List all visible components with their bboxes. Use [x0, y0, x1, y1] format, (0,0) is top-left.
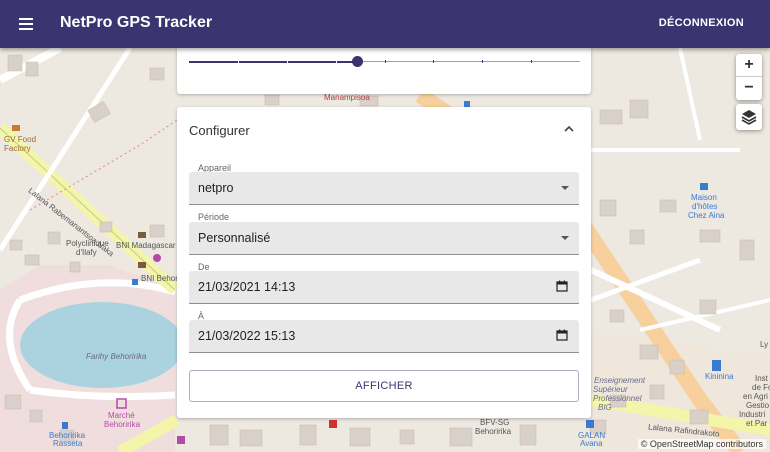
map-label-bfv-2: Behoririka — [475, 427, 512, 436]
device-value: netpro — [198, 181, 234, 195]
to-datetime-input[interactable]: 21/03/2022 15:13 — [189, 320, 579, 353]
chevron-up-icon[interactable] — [563, 124, 575, 134]
map-label-bni-behori: BNI Behori — [141, 274, 180, 283]
map-label-marche-2: Behoririka — [104, 420, 141, 429]
slider-tick — [531, 60, 533, 63]
period-label: Période — [198, 212, 230, 222]
map-label-superieur: Enseignement — [594, 376, 646, 385]
map-label-ly: Ly — [760, 340, 769, 349]
map-label-institut-2: de For — [752, 383, 770, 392]
map-label-marche: Marché — [108, 411, 135, 420]
slider-tick — [482, 60, 484, 63]
period-value: Personnalisé — [198, 231, 271, 245]
dropdown-arrow-icon — [561, 236, 569, 240]
show-button[interactable]: AFFICHER — [189, 370, 579, 402]
map-label-maison-2: d'hôtes — [692, 202, 718, 211]
app-bar: NetPro GPS Tracker DÉCONNEXION — [0, 0, 770, 48]
slider-tick — [384, 60, 386, 63]
map-label-maison: Maison — [691, 193, 717, 202]
map-label-gv-food: GV Food — [4, 135, 37, 144]
map-label-maison-3: Chez Aina — [688, 211, 725, 220]
map-label-behoririka-rasseta-2: Rasseta — [53, 439, 83, 448]
slider-tick — [433, 60, 435, 63]
map-attribution[interactable]: © OpenStreetMap contributors — [637, 439, 766, 449]
map-label-superieur-3: Professionnel — [593, 394, 642, 403]
map-label-institut-6: et Par — [746, 419, 768, 428]
map-label-gv-food-2: Factory — [4, 144, 31, 153]
timeline-slider-thumb[interactable] — [352, 56, 364, 67]
to-value: 21/03/2022 15:13 — [198, 329, 296, 343]
period-select[interactable]: Personnalisé — [189, 222, 579, 255]
map-label-institut-4: Gestio — [746, 401, 770, 410]
map-label-institut: Inst — [755, 374, 768, 383]
map-label-galan-2: Avana — [580, 439, 603, 448]
from-datetime-input[interactable]: 21/03/2021 14:13 — [189, 271, 579, 304]
slider-tick — [286, 60, 288, 63]
from-value: 21/03/2021 14:13 — [198, 280, 296, 294]
zoom-control: + − — [736, 54, 762, 100]
layers-icon[interactable] — [736, 104, 762, 130]
zoom-in-button[interactable]: + — [736, 54, 762, 76]
config-panel: Configurer Appareil netpro Période Perso… — [177, 107, 591, 418]
menu-icon[interactable] — [17, 14, 37, 34]
config-title: Configurer — [189, 123, 250, 138]
zoom-out-button[interactable]: − — [736, 76, 762, 99]
map-label-superieur-2: Supérieur — [593, 385, 628, 394]
map-label-institut-3: en Agri — [743, 392, 768, 401]
map-label-bni-madagascar: BNI Madagascar — [116, 241, 176, 250]
map-label-bfv: BFV-SG — [480, 418, 510, 427]
timeline-slider-fill — [189, 60, 358, 63]
map-label-kininina: Kininina — [705, 372, 734, 381]
slider-tick — [237, 60, 239, 63]
map-label-polyclinique: Polyclinique — [66, 239, 109, 248]
slider-tick — [335, 60, 337, 63]
map-label-farihy: Farihy Behoririka — [86, 352, 147, 361]
calendar-icon[interactable] — [556, 329, 568, 341]
map-label-polyclinique-2: d'Ilafy — [76, 248, 97, 257]
logout-button[interactable]: DÉCONNEXION — [659, 17, 744, 29]
timeline-panel — [177, 48, 591, 94]
dropdown-arrow-icon — [561, 186, 569, 190]
map-label-institut-5: Industri — [739, 410, 766, 419]
device-select[interactable]: netpro — [189, 172, 579, 205]
timeline-slider-track[interactable] — [189, 56, 580, 67]
map-label-manampisoa: Manampisoa — [324, 93, 370, 102]
app-title: NetPro GPS Tracker — [60, 14, 213, 31]
calendar-icon[interactable] — [556, 280, 568, 292]
map-label-superieur-4: BIG — [598, 403, 612, 412]
